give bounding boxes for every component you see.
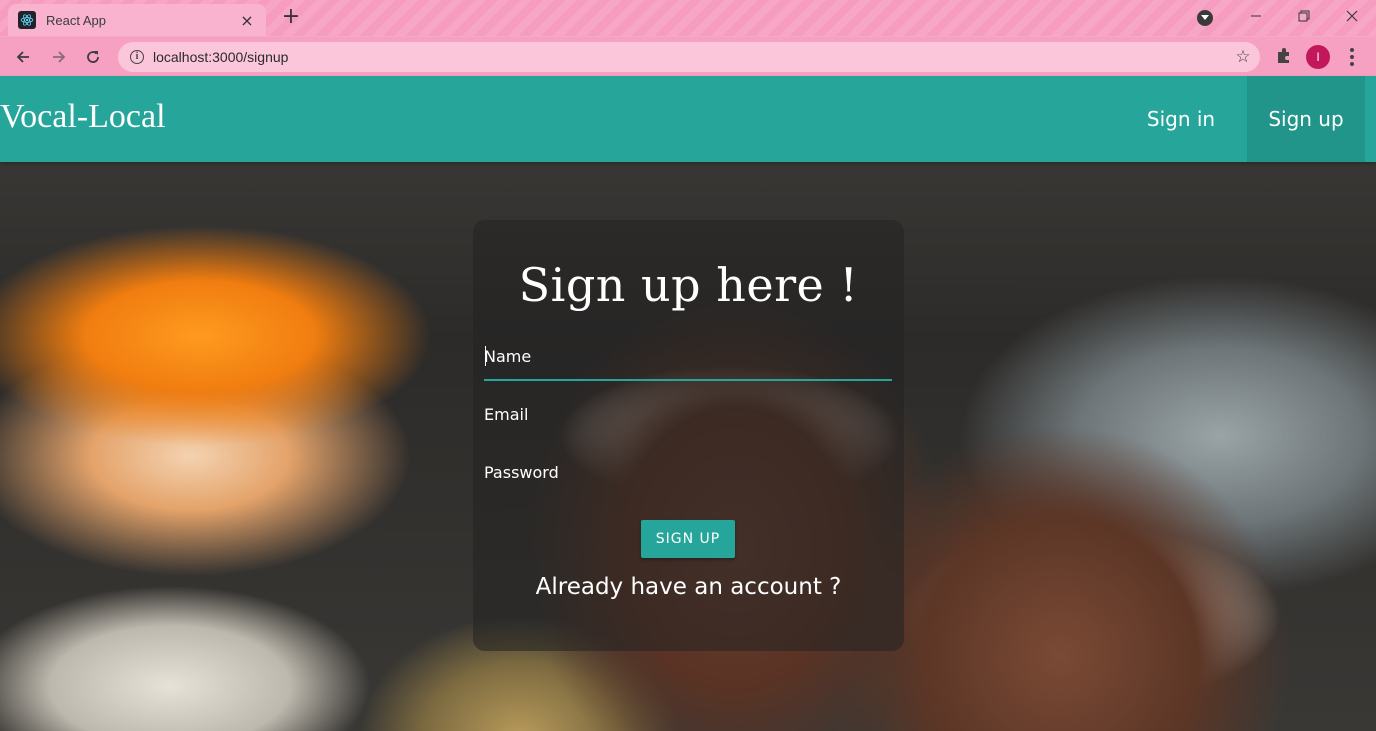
react-logo-icon bbox=[18, 11, 36, 29]
signup-card: Sign up here ! Name Email Password SIGN … bbox=[473, 220, 904, 651]
browser-tab[interactable]: React App × bbox=[8, 4, 266, 36]
tab-title: React App bbox=[46, 12, 106, 28]
nav-sign-in-link[interactable]: Sign in bbox=[1128, 76, 1234, 162]
extensions-puzzle-icon[interactable] bbox=[1274, 46, 1294, 66]
browser-toolbar: i localhost:3000/signup ☆ I bbox=[0, 36, 1376, 76]
tab-close-icon[interactable]: × bbox=[238, 11, 256, 30]
app-navbar: Vocal-Local Sign in Sign up bbox=[0, 76, 1376, 162]
site-info-icon[interactable]: i bbox=[130, 50, 144, 64]
new-tab-button[interactable]: + bbox=[278, 5, 304, 31]
password-input[interactable] bbox=[484, 464, 891, 494]
nav-sign-up-link[interactable]: Sign up bbox=[1247, 76, 1365, 162]
sign-up-button[interactable]: SIGN UP bbox=[641, 520, 735, 558]
browser-menu-icon[interactable] bbox=[1342, 45, 1362, 69]
profile-avatar[interactable]: I bbox=[1306, 45, 1330, 69]
bookmark-star-icon[interactable]: ☆ bbox=[1226, 47, 1260, 67]
browser-tab-strip: React App × + bbox=[0, 0, 1376, 36]
reload-icon[interactable] bbox=[80, 44, 106, 70]
address-bar[interactable]: i localhost:3000/signup ☆ bbox=[118, 42, 1260, 72]
email-input[interactable] bbox=[484, 406, 891, 436]
url-text: localhost:3000/signup bbox=[153, 49, 289, 65]
signup-title: Sign up here ! bbox=[518, 258, 859, 312]
close-window-button[interactable] bbox=[1328, 0, 1376, 32]
back-arrow-icon[interactable] bbox=[10, 44, 36, 70]
minimize-button[interactable] bbox=[1232, 0, 1280, 32]
tab-search-icon[interactable] bbox=[1197, 10, 1213, 26]
brand-logo[interactable]: Vocal-Local bbox=[0, 98, 166, 136]
name-input[interactable] bbox=[484, 348, 891, 378]
forward-arrow-icon[interactable] bbox=[46, 44, 72, 70]
text-caret bbox=[485, 346, 486, 366]
window-controls bbox=[1232, 0, 1376, 32]
name-field-underline bbox=[484, 379, 892, 381]
already-have-account-link[interactable]: Already have an account ? bbox=[473, 574, 904, 600]
restore-button[interactable] bbox=[1280, 0, 1328, 32]
